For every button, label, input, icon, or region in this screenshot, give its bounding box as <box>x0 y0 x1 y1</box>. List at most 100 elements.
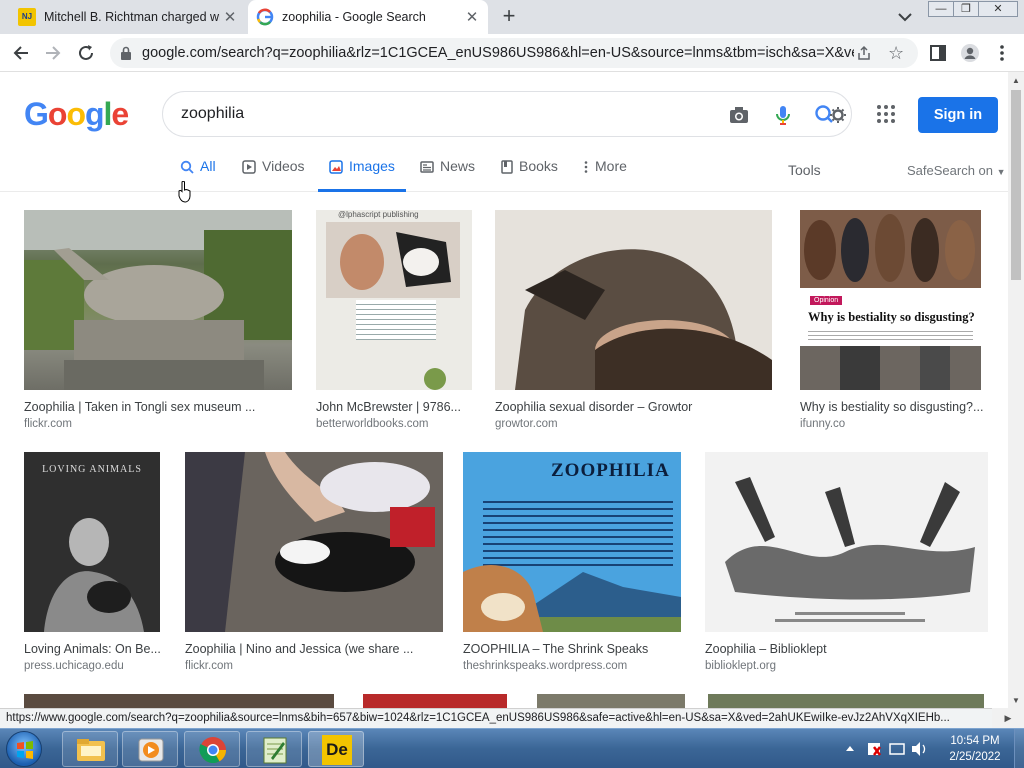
kebab-menu-icon[interactable] <box>992 43 1012 63</box>
search-box[interactable] <box>162 91 852 137</box>
tab-title: Mitchell B. Richtman charged wit <box>44 10 220 24</box>
close-tab-icon[interactable]: ✕ <box>462 8 482 26</box>
tab-google-search[interactable]: zoophilia - Google Search ✕ <box>248 0 488 34</box>
safesearch-dropdown[interactable]: SafeSearch on ▼ <box>907 163 1006 178</box>
taskbar-media-player[interactable] <box>122 731 178 767</box>
image-result[interactable] <box>24 694 334 708</box>
result-caption[interactable]: Zoophilia | Taken in Tongli sex museum .… <box>24 400 292 414</box>
result-thumbnail[interactable] <box>24 210 292 390</box>
result-source[interactable]: ifunny.co <box>800 418 845 430</box>
share-icon[interactable] <box>856 45 872 61</box>
result-caption[interactable]: Zoophilia sexual disorder – Growtor <box>495 400 772 414</box>
result-thumbnail[interactable] <box>185 452 443 632</box>
new-tab-button[interactable]: + <box>498 5 520 27</box>
result-source[interactable]: betterworldbooks.com <box>316 418 429 430</box>
result-thumbnail[interactable]: @lphascript publishing <box>316 210 472 390</box>
reload-icon[interactable] <box>75 42 97 64</box>
taskbar-notepad[interactable] <box>246 731 302 767</box>
tab-label: Images <box>349 158 395 174</box>
tools-button[interactable]: Tools <box>788 162 821 178</box>
scroll-right-icon[interactable]: ▶ <box>992 708 1024 728</box>
image-result[interactable]: Opinion Why is bestiality so disgusting?… <box>800 210 986 432</box>
apps-grid-icon[interactable] <box>876 104 896 124</box>
tab-more[interactable]: More <box>583 158 627 192</box>
caret-down-icon: ▼ <box>996 167 1006 177</box>
taskbar-clock[interactable]: 10:54 PM 2/25/2022 <box>940 733 1010 765</box>
person-with-cat-photo-icon <box>44 518 144 632</box>
safesearch-label: SafeSearch on <box>907 163 994 178</box>
taskbar-app-de[interactable]: De <box>308 731 364 767</box>
google-favicon-icon <box>256 8 274 26</box>
image-result[interactable]: ZOOPHILIA ZOOPHILIA – The Shrink Speaks … <box>463 452 681 674</box>
tab-videos[interactable]: Videos <box>242 158 305 192</box>
taskbar-file-explorer[interactable] <box>62 731 118 767</box>
result-thumbnail[interactable]: Opinion Why is bestiality so disgusting? <box>800 210 981 390</box>
sign-in-button[interactable]: Sign in <box>918 97 998 133</box>
lock-icon[interactable] <box>120 46 132 60</box>
publisher-text: @lphascript publishing <box>338 210 419 219</box>
tab-books[interactable]: Books <box>501 158 558 192</box>
side-panel-icon[interactable] <box>928 43 948 63</box>
image-result[interactable]: Zoophilia | Taken in Tongli sex museum .… <box>24 210 292 432</box>
scroll-up-icon[interactable]: ▲ <box>1012 76 1020 85</box>
image-result[interactable]: Zoophilia | Nino and Jessica (we share .… <box>185 452 443 674</box>
result-source[interactable]: biblioklept.org <box>705 660 776 672</box>
search-icon <box>180 160 194 174</box>
result-source[interactable]: flickr.com <box>185 660 233 672</box>
tab-news-article[interactable]: NJ Mitchell B. Richtman charged wit ✕ <box>10 0 246 34</box>
bookmark-star-icon[interactable]: ☆ <box>888 43 904 64</box>
scrollbar-thumb[interactable] <box>1011 90 1021 280</box>
result-caption[interactable]: Zoophilia | Nino and Jessica (we share .… <box>185 642 443 656</box>
scroll-down-icon[interactable]: ▼ <box>1012 696 1020 705</box>
google-logo[interactable]: Google <box>24 96 129 133</box>
result-source[interactable]: theshrinkspeaks.wordpress.com <box>463 660 627 672</box>
image-result[interactable]: LOVING ANIMALS Loving Animals: On Be... … <box>24 452 161 674</box>
camera-icon[interactable] <box>727 103 751 127</box>
profile-avatar-icon[interactable] <box>960 43 980 63</box>
image-result[interactable]: @lphascript publishing John McBrewster |… <box>316 210 472 432</box>
cover-photo-icon <box>326 222 460 298</box>
image-result[interactable] <box>708 694 984 708</box>
start-button[interactable] <box>6 731 42 767</box>
result-thumbnail[interactable] <box>705 452 988 632</box>
close-window-button[interactable]: ✕ <box>978 1 1018 17</box>
show-desktop-button[interactable] <box>1014 729 1024 768</box>
dog-mountain-photo-icon <box>463 564 681 632</box>
logo-letter: o <box>47 96 68 132</box>
logo-letter: G <box>24 96 49 132</box>
taskbar-chrome[interactable] <box>184 731 240 767</box>
result-caption[interactable]: Zoophilia – Biblioklept <box>705 642 988 656</box>
result-thumbnail[interactable]: ZOOPHILIA <box>463 452 681 632</box>
url-text[interactable]: google.com/search?q=zoophilia&rlz=1C1GCE… <box>142 45 854 61</box>
image-result[interactable]: Zoophilia – Biblioklept biblioklept.org <box>705 452 988 674</box>
back-arrow-icon[interactable] <box>10 42 32 64</box>
image-result[interactable] <box>363 694 507 708</box>
result-caption[interactable]: Why is bestiality so disgusting?... <box>800 400 986 414</box>
forward-arrow-icon[interactable] <box>42 42 64 64</box>
image-result[interactable]: Zoophilia sexual disorder – Growtor grow… <box>495 210 772 432</box>
chevron-down-icon[interactable] <box>896 10 914 24</box>
result-thumbnail[interactable]: LOVING ANIMALS <box>24 452 160 632</box>
minimize-button[interactable]: — <box>928 1 954 17</box>
close-tab-icon[interactable]: ✕ <box>220 8 240 26</box>
result-thumbnail[interactable] <box>495 210 772 390</box>
result-caption[interactable]: ZOOPHILIA – The Shrink Speaks <box>463 642 681 656</box>
result-source[interactable]: growtor.com <box>495 418 558 430</box>
microphone-icon[interactable] <box>771 103 795 127</box>
search-input[interactable] <box>181 103 701 125</box>
clock-date: 2/25/2022 <box>949 751 1001 763</box>
search-icon[interactable] <box>813 103 849 127</box>
address-bar[interactable]: google.com/search?q=zoophilia&rlz=1C1GCE… <box>110 38 918 68</box>
logo-letter: g <box>84 96 105 132</box>
tab-images[interactable]: Images <box>318 158 406 192</box>
dog-photo-icon <box>495 210 772 390</box>
result-caption[interactable]: Loving Animals: On Be... <box>24 642 161 656</box>
image-result[interactable] <box>537 694 685 708</box>
result-source[interactable]: press.uchicago.edu <box>24 660 124 672</box>
maximize-button[interactable]: ❐ <box>953 1 979 17</box>
tab-news[interactable]: News <box>420 158 475 192</box>
vertical-scrollbar[interactable]: ▲ ▼ <box>1008 72 1024 708</box>
system-tray[interactable] <box>842 737 932 761</box>
result-source[interactable]: flickr.com <box>24 418 72 430</box>
result-caption[interactable]: John McBrewster | 9786... <box>316 400 472 414</box>
